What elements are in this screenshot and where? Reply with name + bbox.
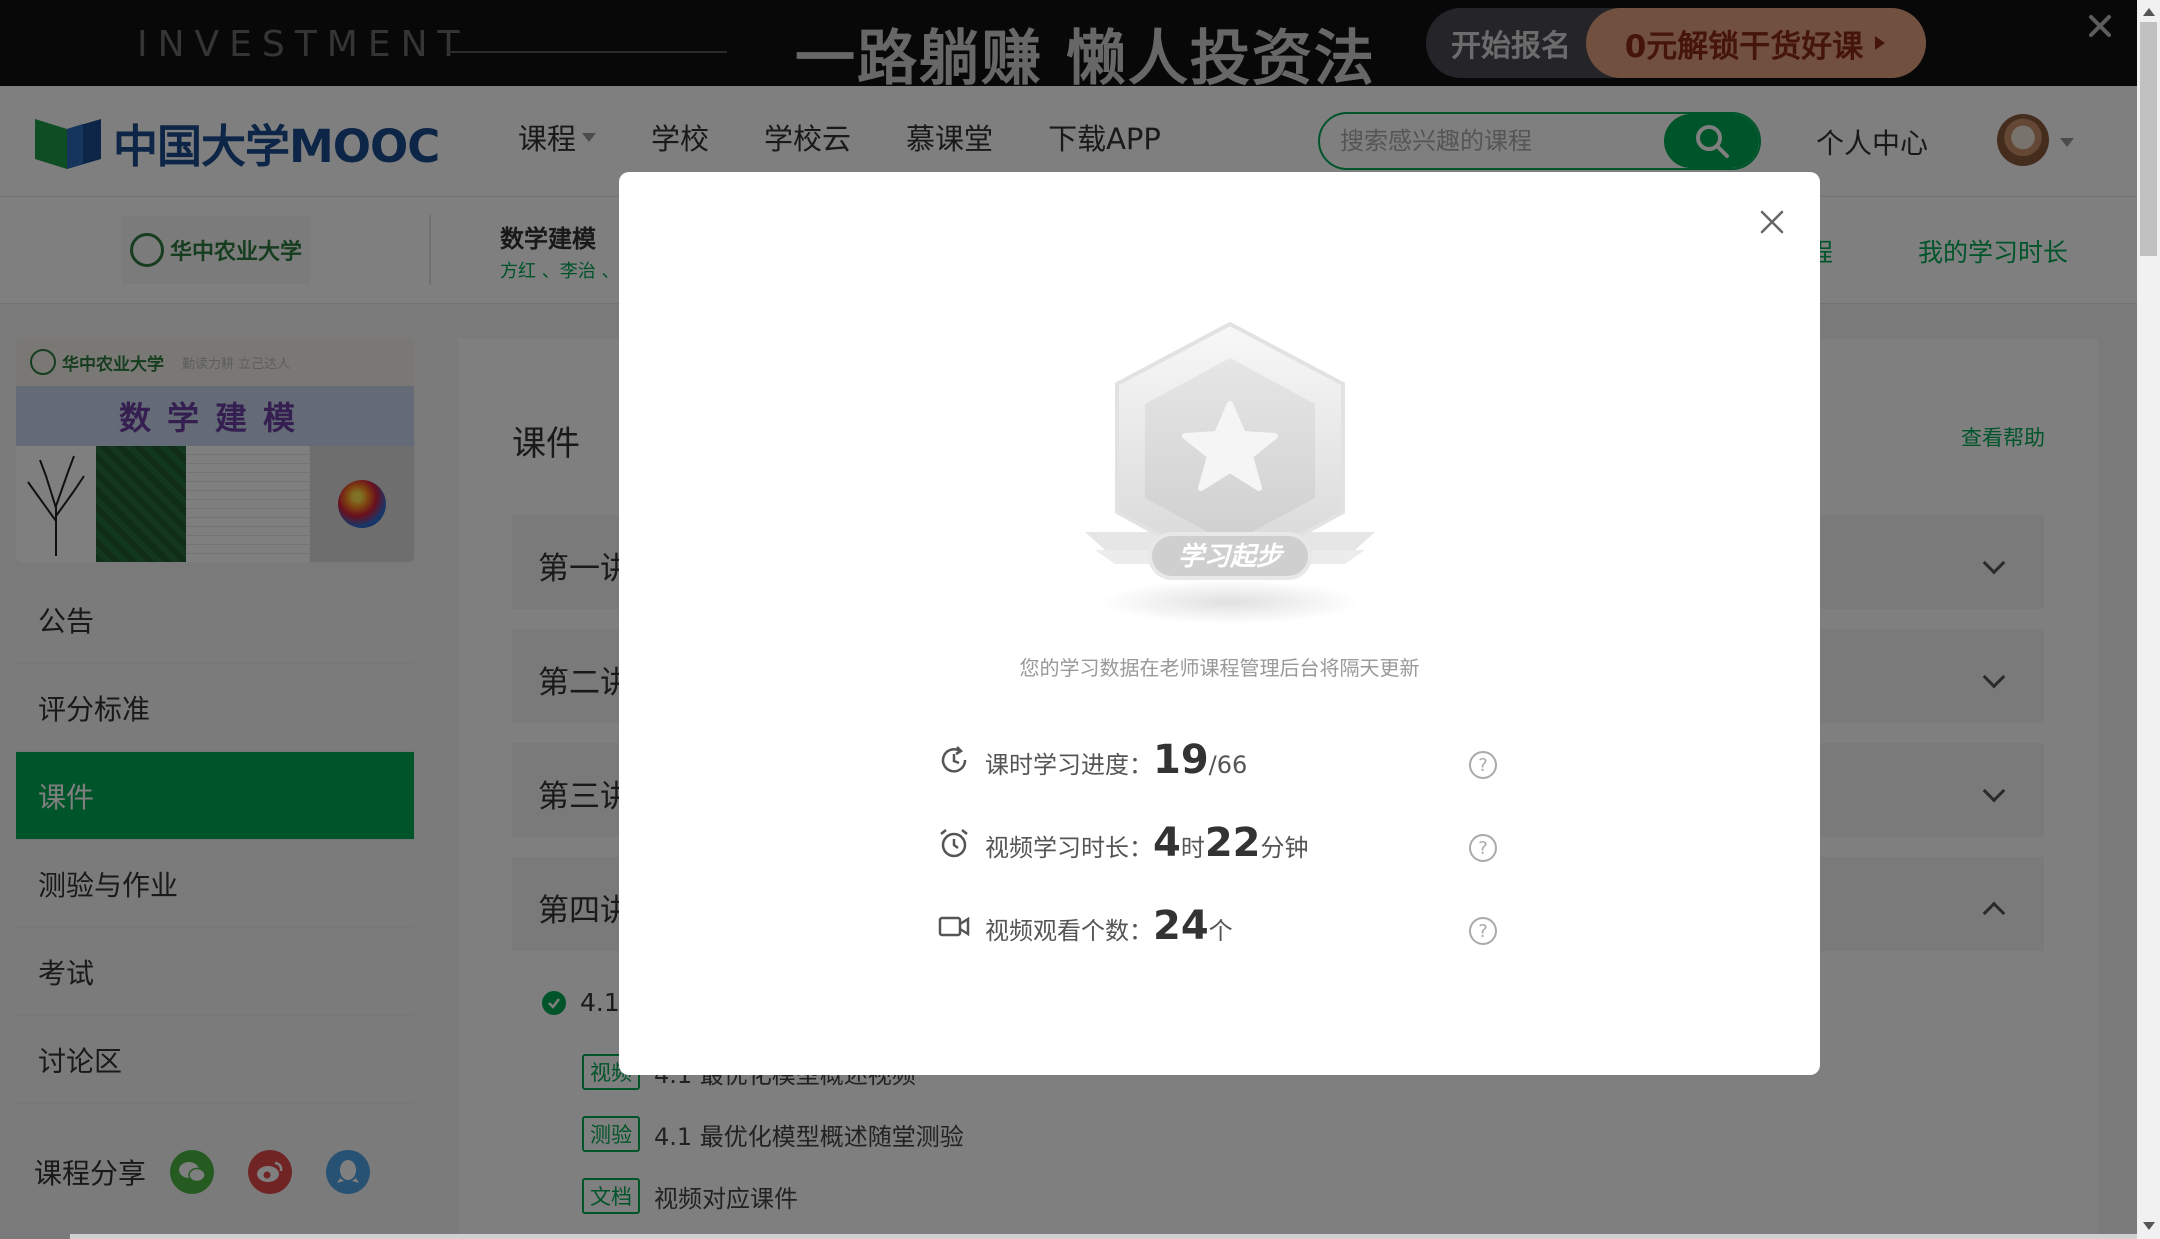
stat-video-time: 视频学习时长： 4 时 22 分钟 <box>937 820 1517 866</box>
help-icon[interactable]: ? <box>1469 834 1497 862</box>
close-icon[interactable] <box>1752 202 1792 242</box>
stat-video-count: 视频观看个数： 24 个 <box>937 903 1517 949</box>
stat-label: 视频观看个数： <box>985 917 1153 945</box>
alarm-clock-icon <box>940 829 968 858</box>
stat-value: 19 <box>1153 737 1209 783</box>
video-camera-icon <box>938 916 970 937</box>
achievement-badge-icon: 学习起步 <box>1085 321 1375 624</box>
refresh-clock-icon <box>941 746 967 773</box>
scroll-up-icon[interactable] <box>2143 8 2155 16</box>
help-icon[interactable]: ? <box>1469 751 1497 779</box>
stat-minutes: 22 <box>1204 820 1261 866</box>
stat-total: /66 <box>1208 751 1248 779</box>
stat-hours-unit: 时 <box>1180 834 1205 862</box>
scroll-thumb[interactable] <box>2140 22 2157 256</box>
horizontal-scrollbar[interactable] <box>70 1234 2137 1239</box>
help-icon[interactable]: ? <box>1469 917 1497 945</box>
vertical-scrollbar[interactable] <box>2137 0 2160 1239</box>
scroll-down-icon[interactable] <box>2143 1222 2155 1230</box>
stat-label: 视频学习时长： <box>985 834 1153 862</box>
stat-lesson-progress: 课时学习进度： 19 /66 <box>937 737 1517 783</box>
badge-text: 学习起步 <box>1178 542 1285 572</box>
update-note: 您的学习数据在老师课程管理后台将隔天更新 <box>1019 656 1420 680</box>
stat-label: 课时学习进度： <box>985 751 1153 779</box>
stat-minutes-unit: 分钟 <box>1260 834 1309 862</box>
stat-hours: 4 <box>1153 820 1181 866</box>
stat-value: 24 <box>1153 903 1209 949</box>
stat-unit: 个 <box>1208 917 1233 945</box>
study-stats-modal: 学习起步 您的学习数据在老师课程管理后台将隔天更新 课时学习进度： 19 /66… <box>619 172 1820 1075</box>
